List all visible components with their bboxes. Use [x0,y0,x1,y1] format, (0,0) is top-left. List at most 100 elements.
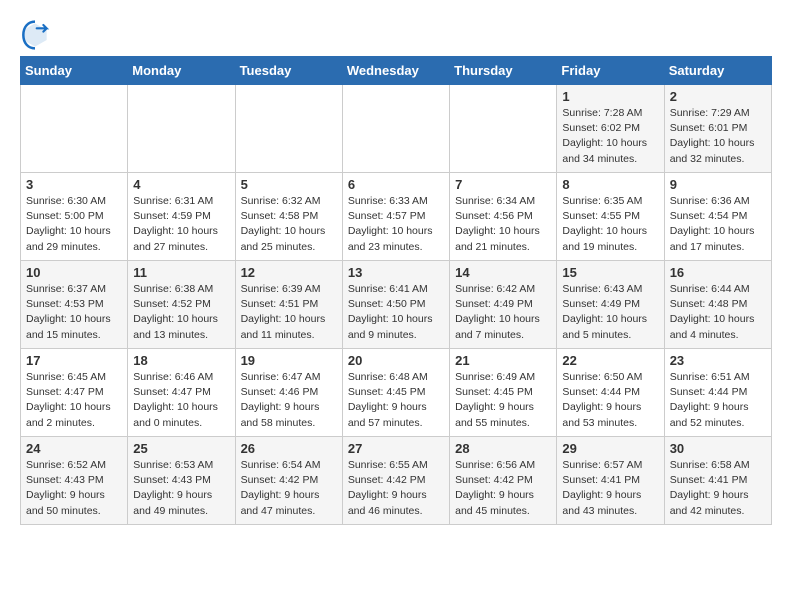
day-info: Sunrise: 6:36 AM Sunset: 4:54 PM Dayligh… [670,194,766,255]
day-number: 17 [26,353,122,368]
calendar-cell: 16 Sunrise: 6:44 AM Sunset: 4:48 PM Dayli… [664,261,771,349]
day-info: Sunrise: 6:51 AM Sunset: 4:44 PM Dayligh… [670,370,766,431]
header-row: SundayMondayTuesdayWednesdayThursdayFrid… [21,57,772,85]
calendar-cell [450,85,557,173]
day-info: Sunrise: 7:28 AM Sunset: 6:02 PM Dayligh… [562,106,658,167]
day-info: Sunrise: 6:49 AM Sunset: 4:45 PM Dayligh… [455,370,551,431]
day-of-week-header: Tuesday [235,57,342,85]
day-number: 26 [241,441,337,456]
calendar-cell [21,85,128,173]
day-number: 10 [26,265,122,280]
day-of-week-header: Thursday [450,57,557,85]
calendar-week-row: 10 Sunrise: 6:37 AM Sunset: 4:53 PM Dayli… [21,261,772,349]
day-number: 12 [241,265,337,280]
day-info: Sunrise: 6:55 AM Sunset: 4:42 PM Dayligh… [348,458,444,519]
calendar-week-row: 24 Sunrise: 6:52 AM Sunset: 4:43 PM Dayli… [21,437,772,525]
calendar-cell: 17 Sunrise: 6:45 AM Sunset: 4:47 PM Dayli… [21,349,128,437]
day-number: 29 [562,441,658,456]
calendar-cell: 29Sunrise: 6:57 AM Sunset: 4:41 PM Dayli… [557,437,664,525]
calendar-week-row: 1 Sunrise: 7:28 AM Sunset: 6:02 PM Daylig… [21,85,772,173]
calendar-cell: 19Sunrise: 6:47 AM Sunset: 4:46 PM Dayli… [235,349,342,437]
day-number: 9 [670,177,766,192]
day-number: 21 [455,353,551,368]
day-number: 27 [348,441,444,456]
calendar-cell: 1 Sunrise: 7:28 AM Sunset: 6:02 PM Daylig… [557,85,664,173]
calendar-week-row: 3Sunrise: 6:30 AM Sunset: 5:00 PM Daylig… [21,173,772,261]
day-number: 7 [455,177,551,192]
calendar-cell: 15 Sunrise: 6:43 AM Sunset: 4:49 PM Dayli… [557,261,664,349]
calendar-cell: 18 Sunrise: 6:46 AM Sunset: 4:47 PM Dayli… [128,349,235,437]
day-info: Sunrise: 6:42 AM Sunset: 4:49 PM Dayligh… [455,282,551,343]
day-info: Sunrise: 6:58 AM Sunset: 4:41 PM Dayligh… [670,458,766,519]
day-number: 3 [26,177,122,192]
calendar-cell: 3Sunrise: 6:30 AM Sunset: 5:00 PM Daylig… [21,173,128,261]
day-of-week-header: Friday [557,57,664,85]
day-info: Sunrise: 6:32 AM Sunset: 4:58 PM Dayligh… [241,194,337,255]
calendar-cell: 30 Sunrise: 6:58 AM Sunset: 4:41 PM Dayli… [664,437,771,525]
day-number: 16 [670,265,766,280]
calendar-table: SundayMondayTuesdayWednesdayThursdayFrid… [20,56,772,525]
day-number: 1 [562,89,658,104]
calendar-cell [342,85,449,173]
day-of-week-header: Wednesday [342,57,449,85]
day-info: Sunrise: 6:44 AM Sunset: 4:48 PM Dayligh… [670,282,766,343]
calendar-week-row: 17 Sunrise: 6:45 AM Sunset: 4:47 PM Dayli… [21,349,772,437]
day-number: 6 [348,177,444,192]
calendar-cell: 2 Sunrise: 7:29 AM Sunset: 6:01 PM Daylig… [664,85,771,173]
day-info: Sunrise: 6:45 AM Sunset: 4:47 PM Dayligh… [26,370,122,431]
calendar-cell: 13Sunrise: 6:41 AM Sunset: 4:50 PM Dayli… [342,261,449,349]
day-info: Sunrise: 6:46 AM Sunset: 4:47 PM Dayligh… [133,370,229,431]
day-info: Sunrise: 6:56 AM Sunset: 4:42 PM Dayligh… [455,458,551,519]
day-number: 5 [241,177,337,192]
day-number: 15 [562,265,658,280]
calendar-cell: 6 Sunrise: 6:33 AM Sunset: 4:57 PM Daylig… [342,173,449,261]
day-info: Sunrise: 6:54 AM Sunset: 4:42 PM Dayligh… [241,458,337,519]
calendar-cell: 9 Sunrise: 6:36 AM Sunset: 4:54 PM Daylig… [664,173,771,261]
calendar-cell: 10 Sunrise: 6:37 AM Sunset: 4:53 PM Dayli… [21,261,128,349]
day-of-week-header: Monday [128,57,235,85]
calendar-cell [235,85,342,173]
calendar-cell: 14Sunrise: 6:42 AM Sunset: 4:49 PM Dayli… [450,261,557,349]
calendar-cell: 28 Sunrise: 6:56 AM Sunset: 4:42 PM Dayli… [450,437,557,525]
calendar-cell: 20 Sunrise: 6:48 AM Sunset: 4:45 PM Dayli… [342,349,449,437]
day-info: Sunrise: 6:53 AM Sunset: 4:43 PM Dayligh… [133,458,229,519]
day-number: 25 [133,441,229,456]
logo-icon [20,20,50,50]
day-info: Sunrise: 6:31 AM Sunset: 4:59 PM Dayligh… [133,194,229,255]
calendar-cell: 12 Sunrise: 6:39 AM Sunset: 4:51 PM Dayli… [235,261,342,349]
calendar-cell: 7 Sunrise: 6:34 AM Sunset: 4:56 PM Daylig… [450,173,557,261]
calendar-cell: 23 Sunrise: 6:51 AM Sunset: 4:44 PM Dayli… [664,349,771,437]
day-number: 4 [133,177,229,192]
day-number: 30 [670,441,766,456]
day-number: 23 [670,353,766,368]
calendar-cell: 21 Sunrise: 6:49 AM Sunset: 4:45 PM Dayli… [450,349,557,437]
calendar-cell: 4 Sunrise: 6:31 AM Sunset: 4:59 PM Daylig… [128,173,235,261]
day-info: Sunrise: 6:48 AM Sunset: 4:45 PM Dayligh… [348,370,444,431]
calendar-cell: 11 Sunrise: 6:38 AM Sunset: 4:52 PM Dayli… [128,261,235,349]
calendar-cell: 22Sunrise: 6:50 AM Sunset: 4:44 PM Dayli… [557,349,664,437]
day-info: Sunrise: 6:33 AM Sunset: 4:57 PM Dayligh… [348,194,444,255]
day-info: Sunrise: 6:34 AM Sunset: 4:56 PM Dayligh… [455,194,551,255]
day-info: Sunrise: 6:52 AM Sunset: 4:43 PM Dayligh… [26,458,122,519]
calendar-cell [128,85,235,173]
day-number: 18 [133,353,229,368]
day-number: 22 [562,353,658,368]
day-info: Sunrise: 7:29 AM Sunset: 6:01 PM Dayligh… [670,106,766,167]
calendar-cell: 26 Sunrise: 6:54 AM Sunset: 4:42 PM Dayli… [235,437,342,525]
day-number: 24 [26,441,122,456]
day-info: Sunrise: 6:47 AM Sunset: 4:46 PM Dayligh… [241,370,337,431]
day-of-week-header: Sunday [21,57,128,85]
day-of-week-header: Saturday [664,57,771,85]
day-number: 11 [133,265,229,280]
day-info: Sunrise: 6:43 AM Sunset: 4:49 PM Dayligh… [562,282,658,343]
day-info: Sunrise: 6:39 AM Sunset: 4:51 PM Dayligh… [241,282,337,343]
day-info: Sunrise: 6:38 AM Sunset: 4:52 PM Dayligh… [133,282,229,343]
day-info: Sunrise: 6:37 AM Sunset: 4:53 PM Dayligh… [26,282,122,343]
day-number: 28 [455,441,551,456]
day-info: Sunrise: 6:35 AM Sunset: 4:55 PM Dayligh… [562,194,658,255]
day-number: 8 [562,177,658,192]
day-number: 20 [348,353,444,368]
day-number: 2 [670,89,766,104]
calendar-cell: 5 Sunrise: 6:32 AM Sunset: 4:58 PM Daylig… [235,173,342,261]
calendar-cell: 25 Sunrise: 6:53 AM Sunset: 4:43 PM Dayli… [128,437,235,525]
